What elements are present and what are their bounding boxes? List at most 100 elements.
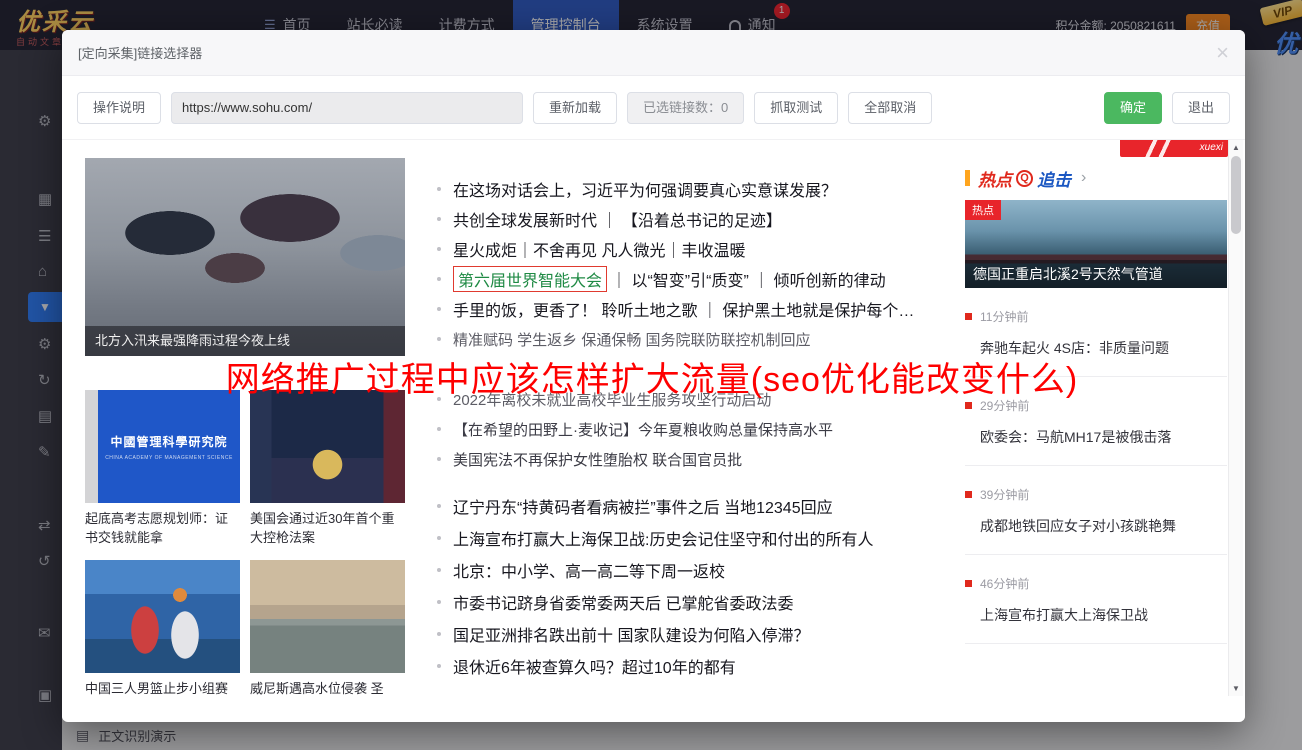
hot-list-item[interactable]: 29分钟前 欧委会：马航MH17是被俄击落 — [965, 377, 1227, 466]
news-card[interactable]: 中國管理科學研究院 CHINA ACADEMY OF MANAGEMENT SC… — [85, 390, 240, 547]
headline-link[interactable]: 在这场对话会上，习近平为何强调要真心实意谋发展？ — [437, 174, 965, 204]
headline-text: 北京：中小学、高一高二等下周一返校 — [453, 558, 725, 582]
url-input[interactable] — [171, 92, 523, 124]
hot-item-time-row: 39分钟前 — [965, 486, 1227, 503]
headline-text: 辽宁丹东“持黄码者看病被拦”事件之后 当地12345回应 — [453, 494, 833, 518]
headline-link[interactable]: 手里的饭，更香了！ 聆听土地之歌 ｜ 保护黑土地就是保护每个… — [437, 294, 965, 324]
bullet-dot — [437, 568, 441, 572]
headline-text: 2022年离校未就业高校毕业生服务攻坚行动启动 — [453, 389, 771, 410]
news-card[interactable]: 威尼斯遇高水位侵袭 圣 — [250, 560, 405, 698]
bullet-dot — [437, 457, 441, 461]
image-title: 中國管理科學研究院 — [110, 433, 227, 450]
card-caption: 中国三人男篮止步小组赛 — [85, 679, 240, 698]
hot-item-time-row: 46分钟前 — [965, 575, 1227, 592]
bullet-dot — [437, 664, 441, 668]
scroll-down-icon[interactable]: ▼ — [1229, 684, 1243, 693]
bullet-dot — [437, 187, 441, 191]
headline-text: 手里的饭，更香了！ 聆听土地之歌 ｜ 保护黑土地就是保护每个… — [453, 297, 914, 321]
modal-header: [定向采集]链接选择器 × — [62, 30, 1245, 76]
headline-link[interactable]: 退休近6年被查算久吗？超过10年的都有 — [437, 650, 965, 682]
news-card[interactable]: 美国会通过近30年首个重大控枪法案 — [250, 390, 405, 547]
hot-item-title: 上海宣布打赢大上海保卫战 — [980, 605, 1227, 625]
bullet-dot — [437, 277, 441, 281]
hot-item-time-row: 11分钟前 — [965, 308, 1227, 325]
headline-link[interactable]: 【在希望的田野上·麦收记】今年夏粮收购总量保持高水平 — [437, 414, 965, 444]
carousel-caption: 北方入汛来最强降雨过程今夜上线 — [85, 326, 405, 356]
news-image-venice — [250, 560, 405, 673]
headline-link[interactable]: 共创全球发展新时代 ｜ 【沿着总书记的足迹】 — [437, 204, 965, 234]
headline-text: 在这场对话会上，习近平为何强调要真心实意谋发展？ — [453, 177, 837, 201]
hot-item-title: 欧委会：马航MH17是被俄击落 — [980, 427, 1227, 447]
hot-panel-header[interactable]: 热点 Q 追击 › — [965, 168, 1227, 188]
embedded-webpage: xuexi 北方入汛来最强降雨过程今夜上线 中國管理科學研究院 CHINA AC… — [62, 140, 1245, 720]
card-caption: 美国会通过近30年首个重大控枪法案 — [250, 509, 405, 547]
headline-text: 美国宪法不再保护女性堕胎权 联合国官员批 — [453, 449, 742, 470]
confirm-button[interactable]: 确定 — [1104, 92, 1162, 124]
headline-text: 市委书记跻身省委常委两天后 已掌舵省委政法委 — [453, 590, 793, 614]
bullet-dot — [437, 504, 441, 508]
selected-count-indicator: 已选链接数：0 — [627, 92, 744, 124]
news-card[interactable]: 中国三人男篮止步小组赛 — [85, 560, 240, 698]
hot-logo-icon: Q — [1016, 170, 1033, 187]
bullet-dot — [437, 536, 441, 540]
card-caption: 威尼斯遇高水位侵袭 圣 — [250, 679, 405, 698]
scrollbar-thumb[interactable] — [1231, 156, 1241, 234]
carousel-main-photo[interactable]: 北方入汛来最强降雨过程今夜上线 — [85, 158, 405, 356]
hot-list-item[interactable]: 39分钟前 成都地铁回应女子对小孩跳艳舞 — [965, 466, 1227, 555]
headline-link[interactable]: 市委书记跻身省委常委两天后 已掌舵省委政法委 — [437, 586, 965, 618]
hot-list-item[interactable]: 46分钟前 上海宣布打赢大上海保卫战 — [965, 555, 1227, 644]
headline-link[interactable]: 2022年离校未就业高校毕业生服务攻坚行动启动 — [437, 384, 965, 414]
cancel-all-button[interactable]: 全部取消 — [848, 92, 932, 124]
reload-button[interactable]: 重新加载 — [533, 92, 617, 124]
exit-button[interactable]: 退出 — [1172, 92, 1230, 124]
app-screen: 优采云 自动文章采集器 ☰ 首页 站长必读 计费方式 管理控制台 系统设置 — [0, 0, 1302, 750]
orange-bar-icon — [965, 170, 970, 186]
bullet-dot — [437, 427, 441, 431]
headline-link[interactable]: 美国宪法不再保护女性堕胎权 联合国官员批 — [437, 444, 965, 474]
headline-link[interactable]: 辽宁丹东“持黄码者看病被拦”事件之后 当地12345回应 — [437, 490, 965, 522]
headline-text: 星火成炬｜不舍再见 凡人微光｜丰收温暖 — [453, 237, 745, 261]
headline-text: 上海宣布打赢大上海保卫战:历史会记住坚守和付出的所有人 — [453, 526, 873, 550]
help-button[interactable]: 操作说明 — [77, 92, 161, 124]
close-icon[interactable]: × — [1216, 42, 1229, 64]
hot-badge: 热点 — [965, 200, 1001, 220]
headline-column: 在这场对话会上，习近平为何强调要真心实意谋发展？ 共创全球发展新时代 ｜ 【沿着… — [437, 174, 965, 682]
hot-item-time: 29分钟前 — [980, 397, 1029, 414]
hot-item-time: 39分钟前 — [980, 486, 1029, 503]
headline-link[interactable]: 北京：中小学、高一高二等下周一返校 — [437, 554, 965, 586]
news-image-basketball — [85, 560, 240, 673]
scroll-up-icon[interactable]: ▲ — [1229, 143, 1243, 152]
chevron-right-icon: › — [1081, 169, 1086, 187]
card-caption: 起底高考志愿规划师：证书交钱就能拿 — [85, 509, 240, 547]
headline-link-selected[interactable]: 第六届世界智能大会 ｜ 以“智变”引“质变” ｜ 倾听创新的律动 — [437, 264, 965, 294]
link-selector-modal: [定向采集]链接选择器 × 操作说明 重新加载 已选链接数：0 抓取测试 全部取… — [62, 30, 1245, 722]
news-image-management-academy: 中國管理科學研究院 CHINA ACADEMY OF MANAGEMENT SC… — [85, 390, 240, 503]
red-square-icon — [965, 491, 972, 498]
headline-text: 精准赋码 学生返乡 保通保畅 国务院联防联控机制回应 — [453, 329, 811, 350]
promo-banner[interactable]: xuexi — [1120, 140, 1228, 157]
modal-toolbar: 操作说明 重新加载 已选链接数：0 抓取测试 全部取消 确定 退出 — [62, 76, 1245, 140]
bullet-dot — [437, 632, 441, 636]
bullet-dot — [437, 247, 441, 251]
hot-item-time: 46分钟前 — [980, 575, 1029, 592]
hot-main-caption: 德国正重启北溪2号天然气管道 — [965, 260, 1227, 288]
hot-item-title: 奔驰车起火 4S店：非质量问题 — [980, 338, 1227, 358]
grab-test-button[interactable]: 抓取测试 — [754, 92, 838, 124]
hot-news-panel: 热点 Q 追击 › 热点 德国正重启北溪2号天然气管道 11分钟前 奔驰车起火 … — [965, 168, 1227, 644]
headline-text: ｜ 以“智变”引“质变” ｜ 倾听创新的律动 — [611, 267, 886, 291]
headline-link[interactable]: 精准赋码 学生返乡 保通保畅 国务院联防联控机制回应 — [437, 324, 965, 354]
headline-link[interactable]: 星火成炬｜不舍再见 凡人微光｜丰收温暖 — [437, 234, 965, 264]
hot-title-left: 热点 — [978, 166, 1012, 191]
headline-text: 【在希望的田野上·麦收记】今年夏粮收购总量保持高水平 — [453, 419, 833, 440]
promo-banner-text: xuexi — [1200, 142, 1223, 153]
hot-list-item[interactable]: 11分钟前 奔驰车起火 4S店：非质量问题 — [965, 288, 1227, 377]
bullet-dot — [437, 600, 441, 604]
bullet-dot — [437, 397, 441, 401]
headline-link[interactable]: 国足亚洲排名跌出前十 国家队建设为何陷入停滞？ — [437, 618, 965, 650]
hot-main-story[interactable]: 热点 德国正重启北溪2号天然气管道 — [965, 200, 1227, 288]
page-scrollbar[interactable]: ▲ ▼ — [1228, 140, 1243, 696]
selected-link-box[interactable]: 第六届世界智能大会 — [453, 266, 607, 292]
red-square-icon — [965, 402, 972, 409]
red-square-icon — [965, 580, 972, 587]
headline-link[interactable]: 上海宣布打赢大上海保卫战:历史会记住坚守和付出的所有人 — [437, 522, 965, 554]
